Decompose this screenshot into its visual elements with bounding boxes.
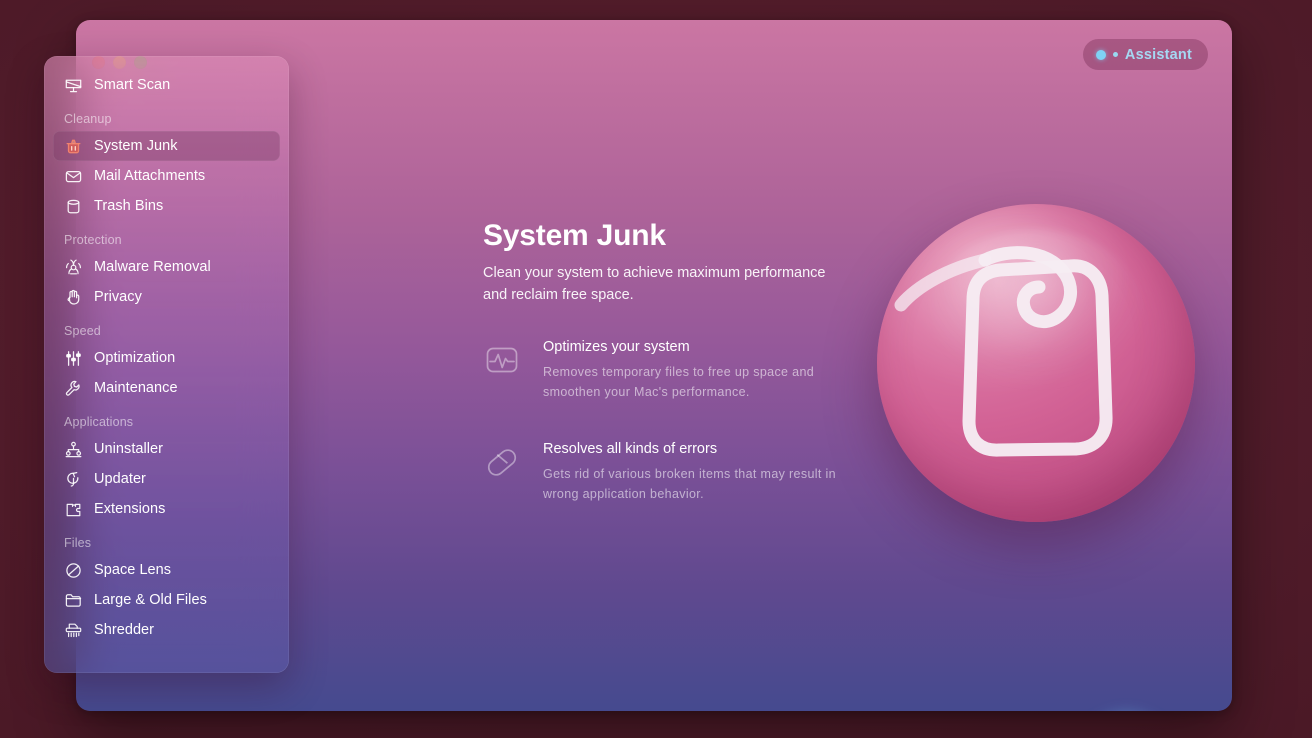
- sidebar-item-label: Malware Removal: [94, 259, 211, 275]
- sidebar-item-label: Mail Attachments: [94, 168, 206, 184]
- sidebar-item-label: System Junk: [94, 138, 178, 154]
- uninstaller-icon: [64, 440, 83, 459]
- sidebar-item-smart-scan[interactable]: Smart Scan: [53, 70, 280, 100]
- assistant-button[interactable]: Assistant: [1082, 39, 1208, 70]
- sidebar-item-label: Maintenance: [94, 380, 178, 396]
- sidebar: Smart Scan Cleanup System Junk Mail Attachm…: [44, 56, 289, 673]
- desktop-background: Assistant System Junk Clean your system …: [0, 0, 1312, 738]
- feature-item: Optimizes your system Removes temporary …: [483, 339, 853, 402]
- sidebar-item-label: Shredder: [94, 622, 155, 638]
- sidebar-item-label: Optimization: [94, 350, 176, 366]
- space-lens-icon: [64, 561, 83, 580]
- system-junk-icon: [64, 137, 83, 156]
- sidebar-item-label: Trash Bins: [94, 198, 164, 214]
- assistant-small-dot-icon: [1112, 52, 1118, 57]
- pink-sphere-swirl-icon: [877, 204, 1195, 522]
- puzzle-icon: [64, 500, 83, 519]
- sidebar-group-label-speed: Speed: [64, 324, 101, 338]
- sidebar-item-mail-attachments[interactable]: Mail Attachments: [53, 161, 280, 191]
- sidebar-item-malware-removal[interactable]: Malware Removal: [53, 252, 280, 282]
- wrench-icon: [64, 379, 83, 398]
- feature-description: Removes temporary files to free up space…: [543, 365, 815, 399]
- feature-title: Resolves all kinds of errors: [543, 441, 718, 457]
- sidebar-item-shredder[interactable]: Shredder: [53, 615, 280, 645]
- sidebar-item-label: Space Lens: [94, 562, 172, 578]
- sidebar-item-space-lens[interactable]: Space Lens: [53, 555, 280, 585]
- feature-description: Gets rid of various broken items that ma…: [543, 467, 836, 501]
- sliders-icon: [64, 349, 83, 368]
- capsule-pill-icon: [483, 443, 521, 481]
- sidebar-item-label: Privacy: [94, 289, 142, 305]
- sidebar-item-label: Extensions: [94, 501, 166, 517]
- sidebar-item-label: Updater: [94, 471, 146, 487]
- mail-attachments-icon: [64, 167, 83, 186]
- folder-icon: [64, 591, 83, 610]
- hand-icon: [64, 288, 83, 307]
- updater-icon: [64, 470, 83, 489]
- sidebar-item-trash-bins[interactable]: Trash Bins: [53, 191, 280, 221]
- sidebar-item-privacy[interactable]: Privacy: [53, 282, 280, 312]
- sidebar-item-label: Large & Old Files: [94, 592, 207, 608]
- main-content: System Junk Clean your system to achieve…: [365, 84, 1232, 711]
- sidebar-item-label: Uninstaller: [94, 441, 164, 457]
- sidebar-item-extensions[interactable]: Extensions: [53, 494, 280, 524]
- feature-item: Resolves all kinds of errors Gets rid of…: [483, 441, 853, 504]
- biohazard-icon: [64, 258, 83, 277]
- smart-scan-icon: [64, 76, 83, 95]
- shredder-icon: [64, 621, 83, 640]
- sidebar-group-label-files: Files: [64, 536, 92, 550]
- feature-title: Optimizes your system: [543, 339, 690, 355]
- sidebar-item-system-junk[interactable]: System Junk: [53, 131, 280, 161]
- assistant-button-label: Assistant: [1124, 46, 1192, 63]
- sidebar-item-optimization[interactable]: Optimization: [53, 343, 280, 373]
- sidebar-item-large-old-files[interactable]: Large & Old Files: [53, 585, 280, 615]
- sidebar-item-label: Smart Scan: [94, 77, 171, 93]
- sidebar-group-label-protection: Protection: [64, 233, 122, 247]
- trash-bins-icon: [64, 197, 83, 216]
- sidebar-group-label-cleanup: Cleanup: [64, 112, 112, 126]
- assistant-status-dot-icon: [1095, 49, 1106, 60]
- sidebar-item-maintenance[interactable]: Maintenance: [53, 373, 280, 403]
- sidebar-item-uninstaller[interactable]: Uninstaller: [53, 434, 280, 464]
- page-title: System Junk: [483, 219, 666, 252]
- pulse-monitor-icon: [483, 341, 521, 379]
- sidebar-group-label-applications: Applications: [64, 415, 134, 429]
- page-subtitle: Clean your system to achieve maximum per…: [483, 265, 826, 303]
- sidebar-item-updater[interactable]: Updater: [53, 464, 280, 494]
